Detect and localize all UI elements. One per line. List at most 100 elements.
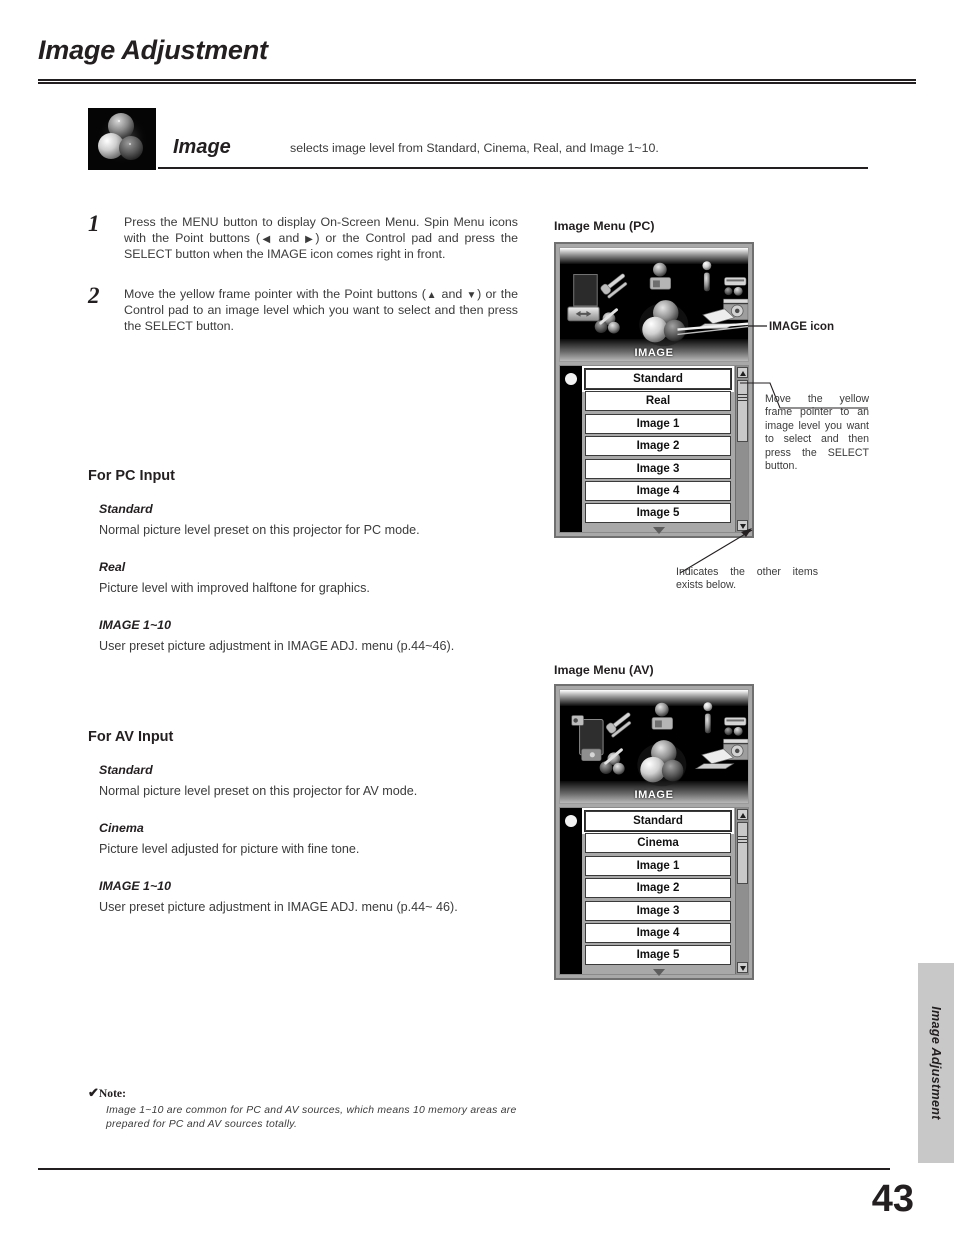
entry-name: Standard <box>99 502 153 516</box>
image-spheres-icon <box>88 108 156 170</box>
pc-entry-real: Real Picture level with improved halfton… <box>99 560 518 596</box>
av-menu-items: Standard Cinema Image 1 Image 2 Image 3 … <box>582 808 735 976</box>
av-osd-screen: IMAGE <box>559 689 749 804</box>
pc-osd-screen-caption: IMAGE <box>634 347 674 359</box>
av-menu-item-image-4[interactable]: Image 4 <box>585 922 731 943</box>
header-rule <box>38 79 916 84</box>
step-text: Move the yellow frame pointer with the P… <box>124 287 518 335</box>
pc-menu-item-image-2[interactable]: Image 2 <box>585 436 731 457</box>
entry-name: Cinema <box>99 821 144 835</box>
step-2: 2 Move the yellow frame pointer with the… <box>88 283 518 335</box>
step-text-part-b: and <box>272 230 306 245</box>
callout-move-pointer: Move the yellow frame pointer to an imag… <box>765 393 869 473</box>
entry-body: Picture level with improved halftone for… <box>99 581 370 595</box>
page-header: Image Adjustment <box>38 35 916 66</box>
callout-indicates-below: Indicates the other items exists below. <box>676 566 818 592</box>
scroll-grip-icon <box>738 836 747 844</box>
entry-name: Standard <box>99 763 153 777</box>
pc-entry-standard: Standard Normal picture level preset on … <box>99 502 518 538</box>
pc-menu-rail <box>560 366 582 532</box>
step-text-part-b: and <box>437 286 467 301</box>
for-av-input-section: For AV Input Standard Normal picture lev… <box>88 729 518 931</box>
pc-menu-label: Image Menu (PC) <box>554 219 655 233</box>
pc-menu-scrollbar[interactable] <box>735 366 748 532</box>
av-entry-standard: Standard Normal picture level preset on … <box>99 763 518 799</box>
pc-menu-item-image-4[interactable]: Image 4 <box>585 480 731 501</box>
av-menu-item-image-2[interactable]: Image 2 <box>585 878 731 899</box>
for-pc-input-section: For PC Input Standard Normal picture lev… <box>88 468 518 670</box>
note-block: ✔Note: Image 1~10 are common for PC and … <box>88 1085 558 1132</box>
step-text-part-a: Move the yellow frame pointer with the P… <box>124 286 426 301</box>
point-left-icon: ◀ <box>259 233 273 245</box>
pc-menu-items: Standard Real Image 1 Image 2 Image 3 Im… <box>582 366 735 534</box>
scroll-down-icon[interactable] <box>737 520 748 531</box>
entry-name: Real <box>99 560 126 574</box>
section-title: For PC Input <box>88 468 175 484</box>
feature-description: selects image level from Standard, Cinem… <box>290 141 659 155</box>
feature-underline <box>158 167 868 169</box>
entry-body: Picture level adjusted for picture with … <box>99 842 360 856</box>
av-menu-item-image-5[interactable]: Image 5 <box>585 945 731 966</box>
entry-body: User preset picture adjustment in IMAGE … <box>99 900 458 914</box>
footer-rule <box>38 1168 890 1170</box>
av-menu-more-below-icon <box>652 969 665 976</box>
note-heading-text: Note: <box>98 1087 126 1100</box>
pc-menu-more-below-icon <box>652 527 665 534</box>
section-title: For AV Input <box>88 729 174 745</box>
pc-entry-image-1-10: IMAGE 1~10 User preset picture adjustmen… <box>99 618 518 654</box>
av-menu-list: Standard Cinema Image 1 Image 2 Image 3 … <box>559 807 749 976</box>
step-number: 1 <box>88 211 100 236</box>
side-tab-label: Image Adjustment <box>929 1006 943 1120</box>
av-entry-cinema: Cinema Picture level adjusted for pictur… <box>99 821 518 857</box>
step-1: 1 Press the MENU button to display On-Sc… <box>88 211 518 263</box>
pc-image-menu-panel: IMAGE Standard Real Image 1 Image 2 Imag… <box>554 242 754 538</box>
callout-image-icon: IMAGE icon <box>769 320 835 333</box>
step-text: Press the MENU button to display On-Scre… <box>124 215 518 263</box>
pc-osd-screen: IMAGE <box>559 247 749 362</box>
av-menu-item-image-3[interactable]: Image 3 <box>585 900 731 921</box>
page-title: Image Adjustment <box>38 35 268 65</box>
entry-body: Normal picture level preset on this proj… <box>99 523 420 537</box>
feature-name: Image <box>173 136 231 158</box>
av-image-menu-panel: IMAGE Standard Cinema Image 1 Image 2 Im… <box>554 684 754 980</box>
pc-menu-item-standard[interactable]: Standard <box>582 366 734 392</box>
entry-body: User preset picture adjustment in IMAGE … <box>99 639 455 653</box>
scroll-down-icon[interactable] <box>737 962 748 973</box>
av-menu-label: Image Menu (AV) <box>554 663 654 677</box>
point-right-icon: ▶ <box>305 233 316 245</box>
scroll-up-icon[interactable] <box>737 367 748 378</box>
av-osd-icon-row <box>571 702 748 787</box>
av-menu-scrollbar[interactable] <box>735 808 748 974</box>
feature-banner: Image selects image level from Standard,… <box>88 108 870 170</box>
note-heading: ✔Note: <box>88 1085 558 1101</box>
pc-menu-item-image-3[interactable]: Image 3 <box>585 458 731 479</box>
pc-menu-list: Standard Real Image 1 Image 2 Image 3 Im… <box>559 365 749 534</box>
av-menu-item-cinema[interactable]: Cinema <box>585 833 731 854</box>
scroll-up-icon[interactable] <box>737 809 748 820</box>
steps-list: 1 Press the MENU button to display On-Sc… <box>88 211 518 353</box>
av-menu-rail <box>560 808 582 974</box>
av-osd-screen-caption: IMAGE <box>634 789 674 801</box>
step-number: 2 <box>88 282 100 308</box>
side-tab: Image Adjustment <box>918 963 954 1163</box>
pc-menu-item-image-5[interactable]: Image 5 <box>585 503 731 524</box>
note-body: Image 1~10 are common for PC and AV sour… <box>106 1105 517 1130</box>
entry-name: IMAGE 1~10 <box>99 618 171 632</box>
av-entry-image-1-10: IMAGE 1~10 User preset picture adjustmen… <box>99 879 518 915</box>
point-down-icon: ▼ <box>466 289 478 301</box>
av-menu-bullet-icon <box>565 815 577 827</box>
pc-osd-icon-row <box>567 261 748 347</box>
pc-menu-item-real[interactable]: Real <box>585 391 731 412</box>
page-number: 43 <box>871 1178 914 1220</box>
scroll-grip-icon <box>738 394 747 402</box>
av-menu-item-standard[interactable]: Standard <box>582 808 734 834</box>
av-menu-item-image-1[interactable]: Image 1 <box>585 855 731 876</box>
check-icon: ✔ <box>88 1085 99 1100</box>
pc-menu-bullet-icon <box>565 373 577 385</box>
scroll-thumb[interactable] <box>737 380 748 442</box>
entry-name: IMAGE 1~10 <box>99 879 171 893</box>
scroll-thumb[interactable] <box>737 822 748 884</box>
pc-menu-item-image-1[interactable]: Image 1 <box>585 413 731 434</box>
entry-body: Normal picture level preset on this proj… <box>99 784 418 798</box>
point-up-icon: ▲ <box>425 289 438 301</box>
